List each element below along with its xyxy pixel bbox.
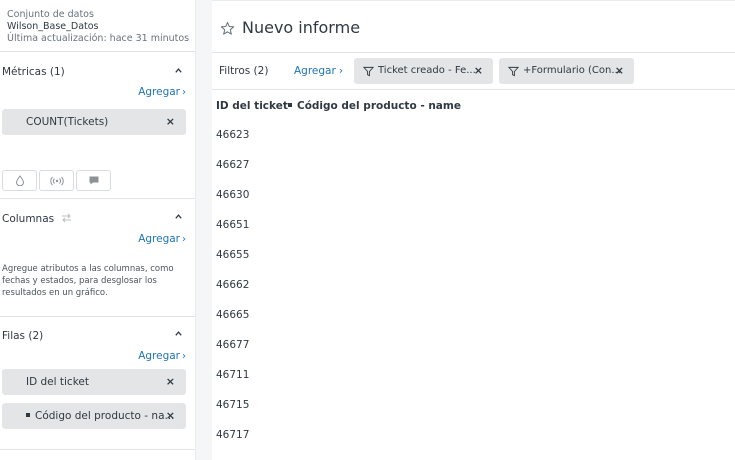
chevron-up-icon[interactable]: [174, 329, 183, 338]
dataset-label: Conjunto de datos: [7, 9, 94, 20]
row-pill-label: Código del producto - na...: [35, 410, 175, 422]
columns-title-row: Columnas: [2, 213, 72, 225]
rows-add-button[interactable]: Agregar ›: [138, 350, 186, 362]
close-icon[interactable]: ×: [166, 403, 175, 429]
table-row: 46623: [216, 129, 250, 141]
close-icon[interactable]: ×: [166, 109, 175, 135]
metrics-section: Métricas (1) Agregar › COUNT(Tickets) ×: [0, 53, 195, 199]
filters-label: Filtros (2): [219, 65, 269, 77]
rows-add-label: Agregar: [138, 350, 180, 362]
funnel-icon: [508, 66, 519, 77]
chevron-up-icon[interactable]: [174, 212, 183, 221]
chart-type-buttons: [2, 170, 111, 191]
metric-pill[interactable]: COUNT(Tickets) ×: [2, 109, 186, 135]
row-pill-label: ID del ticket: [26, 376, 89, 388]
chart-type-button-comment[interactable]: [76, 170, 111, 191]
funnel-icon: [363, 66, 374, 77]
filter-chip-form[interactable]: +Formulario (Con... ×: [499, 58, 634, 84]
table-row: 46711: [216, 369, 250, 381]
columns-add-button[interactable]: Agregar ›: [138, 233, 186, 245]
close-icon[interactable]: ×: [615, 58, 624, 84]
table-row: 46651: [216, 219, 250, 231]
metrics-title: Métricas (1): [2, 66, 65, 78]
chart-type-button-drop[interactable]: [2, 170, 37, 191]
chevron-right-icon: ›: [182, 87, 186, 98]
sidebar-divider[interactable]: [195, 0, 212, 460]
row-pill-ticket-id[interactable]: ID del ticket ×: [2, 369, 186, 395]
square-bullet-icon: [26, 413, 30, 417]
table-row: 46717: [216, 429, 250, 441]
star-icon[interactable]: [220, 21, 235, 36]
table-row: 46715: [216, 399, 250, 411]
row-pill-product-code[interactable]: Código del producto - na... ×: [2, 403, 186, 429]
report-title[interactable]: Nuevo informe: [242, 18, 360, 37]
table-row: 46630: [216, 189, 250, 201]
rows-title: Filas (2): [2, 330, 44, 342]
filter-chip-ticket-created[interactable]: Ticket creado - Fe... ×: [354, 58, 493, 84]
metrics-add-label: Agregar: [138, 86, 180, 98]
filters-add-button[interactable]: Agregar ›: [294, 65, 343, 77]
columns-help-text: Agregue atributos a las columnas, como f…: [2, 264, 174, 298]
table-header-product-code[interactable]: Código del producto - name: [288, 100, 461, 112]
chevron-right-icon: ›: [182, 234, 186, 245]
report-builder-sidebar: Conjunto de datos Wilson_Base_Datos Últi…: [0, 0, 195, 460]
chevron-right-icon: ›: [182, 351, 186, 362]
filters-add-label: Agregar: [294, 65, 336, 77]
table-row: 46627: [216, 159, 250, 171]
chevron-right-icon: ›: [338, 65, 344, 77]
swap-icon[interactable]: [61, 213, 72, 223]
table-header-ticket-id[interactable]: ID del ticket: [216, 100, 288, 112]
table-header-label: Código del producto - name: [297, 100, 461, 112]
square-bullet-icon: [288, 103, 292, 107]
table-row: 46677: [216, 339, 250, 351]
broadcast-icon: [49, 176, 64, 185]
rows-section: Filas (2) Agregar › ID del ticket × Códig…: [0, 318, 195, 450]
table-row: 46662: [216, 279, 250, 291]
columns-add-label: Agregar: [138, 233, 180, 245]
chart-type-button-signal[interactable]: [39, 170, 74, 191]
close-icon[interactable]: ×: [474, 58, 483, 84]
droplet-icon: [15, 175, 24, 186]
table-row: 46665: [216, 309, 250, 321]
dataset-name[interactable]: Wilson_Base_Datos: [7, 21, 195, 33]
table-row: 46655: [216, 249, 250, 261]
report-header: Nuevo informe: [212, 0, 735, 53]
report-main: Nuevo informe Filtros (2) Agregar › Ticke…: [212, 0, 735, 460]
dataset-updated: Última actualización: hace 31 minutos: [7, 33, 190, 44]
filter-chip-label: +Formulario (Con...: [523, 65, 621, 76]
chevron-up-icon[interactable]: [174, 66, 183, 75]
filter-chip-label: Ticket creado - Fe...: [378, 65, 476, 76]
close-icon[interactable]: ×: [166, 369, 175, 395]
dataset-info: Conjunto de datos Wilson_Base_Datos Últi…: [0, 0, 195, 52]
metric-pill-label: COUNT(Tickets): [26, 116, 109, 128]
metrics-add-button[interactable]: Agregar ›: [138, 86, 186, 98]
columns-section: Columnas Agregar ›: [0, 200, 195, 317]
filters-bar: Filtros (2) Agregar › Ticket creado - Fe.…: [212, 54, 735, 90]
columns-title: Columnas: [2, 213, 55, 225]
comment-icon: [89, 176, 98, 185]
